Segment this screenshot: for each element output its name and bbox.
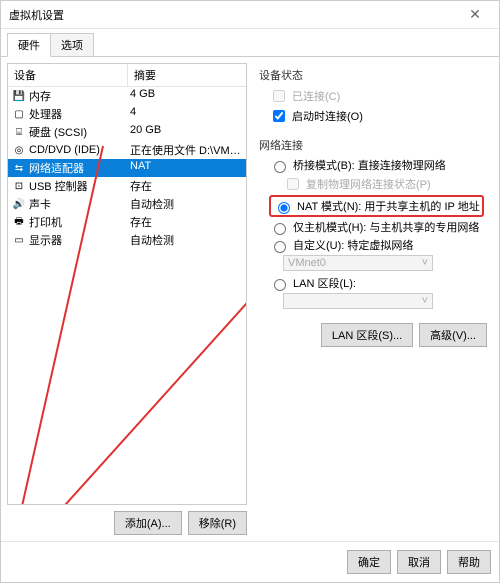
device-summary: NAT: [128, 160, 246, 176]
device-summary: 4 GB: [128, 88, 246, 104]
device-icon: 💾: [12, 89, 26, 103]
list-row[interactable]: ◎CD/DVD (IDE) 正在使用文件 D:\VMware\Ce...: [8, 141, 246, 159]
connect-on-row[interactable]: 启动时连接(O): [269, 107, 487, 125]
vmnet-value: VMnet0: [288, 257, 326, 269]
device-summary: 存在: [128, 178, 246, 194]
connected-label: 已连接(C): [292, 88, 340, 104]
device-name: 声卡: [29, 196, 51, 212]
device-icon: ▭: [12, 233, 26, 247]
left-panel: 设备 摘要 💾内存4 GB▢处理器4⌸硬盘 (SCSI)20 GB◎CD/DVD…: [7, 63, 247, 535]
tab-hardware[interactable]: 硬件: [7, 33, 51, 57]
hostonly-row[interactable]: 仅主机模式(H): 与主机共享的专用网络: [269, 219, 487, 235]
connect-on-checkbox[interactable]: [273, 110, 285, 122]
device-name: CD/DVD (IDE): [29, 144, 100, 156]
device-icon: ⊡: [12, 179, 26, 193]
bridged-row[interactable]: 桥接模式(B): 直接连接物理网络: [269, 157, 487, 173]
bridged-label: 桥接模式(B): 直接连接物理网络: [293, 157, 446, 173]
device-name: 网络适配器: [29, 160, 84, 176]
status-group-label: 设备状态: [259, 67, 487, 83]
connect-on-label: 启动时连接(O): [292, 108, 363, 124]
vmnet-select: VMnet0 ˅: [283, 255, 433, 271]
list-row[interactable]: 💾内存 4 GB: [8, 87, 246, 105]
netconn-group-label: 网络连接: [259, 137, 487, 153]
device-icon: ◎: [12, 143, 26, 157]
device-icon: ⌸: [12, 125, 26, 139]
device-name: USB 控制器: [29, 178, 88, 194]
list-row[interactable]: ▢处理器 4: [8, 105, 246, 123]
lanseg-row[interactable]: LAN 区段(L):: [269, 275, 487, 291]
chevron-down-icon: ˅: [422, 295, 428, 307]
list-row[interactable]: 🖶打印机 存在: [8, 213, 246, 231]
device-name: 处理器: [29, 106, 62, 122]
device-icon: 🔊: [12, 197, 26, 211]
device-icon: ⇆: [12, 161, 26, 175]
nat-label: NAT 模式(N): 用于共享主机的 IP 地址: [297, 198, 480, 214]
device-name: 显示器: [29, 232, 62, 248]
help-button[interactable]: 帮助: [447, 550, 491, 574]
nat-radio[interactable]: [278, 202, 290, 214]
list-header: 设备 摘要: [8, 64, 246, 87]
lanseg-radio[interactable]: [274, 279, 286, 291]
chevron-down-icon: ˅: [422, 257, 428, 269]
right-button-row: LAN 区段(S)... 高级(V)...: [259, 323, 487, 347]
device-icon: 🖶: [12, 215, 26, 229]
cancel-button[interactable]: 取消: [397, 550, 441, 574]
tab-options[interactable]: 选项: [50, 33, 94, 57]
nat-row-highlight: NAT 模式(N): 用于共享主机的 IP 地址: [269, 195, 484, 217]
list-row[interactable]: ⇆网络适配器 NAT: [8, 159, 246, 177]
header-summary: 摘要: [128, 64, 246, 86]
list-row[interactable]: ⊡USB 控制器 存在: [8, 177, 246, 195]
custom-radio[interactable]: [274, 241, 286, 253]
list-row[interactable]: ⌸硬盘 (SCSI) 20 GB: [8, 123, 246, 141]
dialog-footer: 确定 取消 帮助: [1, 541, 499, 582]
add-button[interactable]: 添加(A)...: [114, 511, 182, 535]
list-row[interactable]: ▭显示器 自动检测: [8, 231, 246, 249]
lan-segments-button[interactable]: LAN 区段(S)...: [321, 323, 413, 347]
replicate-label: 复制物理网络连接状态(P): [306, 176, 431, 192]
device-summary: 正在使用文件 D:\VMware\Ce...: [128, 142, 246, 158]
window-title: 虚拟机设置: [9, 7, 459, 23]
hostonly-label: 仅主机模式(H): 与主机共享的专用网络: [293, 219, 479, 235]
device-summary: 4: [128, 106, 246, 122]
right-panel: 设备状态 已连接(C) 启动时连接(O) 网络连接 桥接模式(B): 直接连接物…: [253, 63, 493, 535]
device-name: 内存: [29, 88, 51, 104]
device-summary: 自动检测: [128, 232, 246, 248]
hostonly-radio[interactable]: [274, 223, 286, 235]
remove-button[interactable]: 移除(R): [188, 511, 247, 535]
annotation-line: [48, 224, 247, 505]
connected-checkbox: [273, 90, 285, 102]
device-icon: ▢: [12, 107, 26, 121]
advanced-button[interactable]: 高级(V)...: [419, 323, 487, 347]
bridged-radio[interactable]: [274, 161, 286, 173]
left-button-row: 添加(A)... 移除(R): [7, 505, 247, 535]
custom-label: 自定义(U): 特定虚拟网络: [293, 237, 413, 253]
lanseg-select: ˅: [283, 293, 433, 309]
replicate-checkbox: [287, 178, 299, 190]
device-summary: 存在: [128, 214, 246, 230]
replicate-row: 复制物理网络连接状态(P): [283, 175, 487, 193]
device-summary: 自动检测: [128, 196, 246, 212]
lanseg-label: LAN 区段(L):: [293, 275, 356, 291]
titlebar: 虚拟机设置 ✕: [1, 1, 499, 29]
connected-checkbox-row: 已连接(C): [269, 87, 487, 105]
tab-strip: 硬件 选项: [1, 29, 499, 57]
hardware-list: 设备 摘要 💾内存4 GB▢处理器4⌸硬盘 (SCSI)20 GB◎CD/DVD…: [7, 63, 247, 505]
device-summary: 20 GB: [128, 124, 246, 140]
ok-button[interactable]: 确定: [347, 550, 391, 574]
device-name: 硬盘 (SCSI): [29, 124, 87, 140]
custom-row[interactable]: 自定义(U): 特定虚拟网络: [269, 237, 487, 253]
list-row[interactable]: 🔊声卡 自动检测: [8, 195, 246, 213]
device-name: 打印机: [29, 214, 62, 230]
close-icon[interactable]: ✕: [459, 6, 491, 23]
content-area: 设备 摘要 💾内存4 GB▢处理器4⌸硬盘 (SCSI)20 GB◎CD/DVD…: [1, 56, 499, 541]
header-device: 设备: [8, 64, 128, 86]
